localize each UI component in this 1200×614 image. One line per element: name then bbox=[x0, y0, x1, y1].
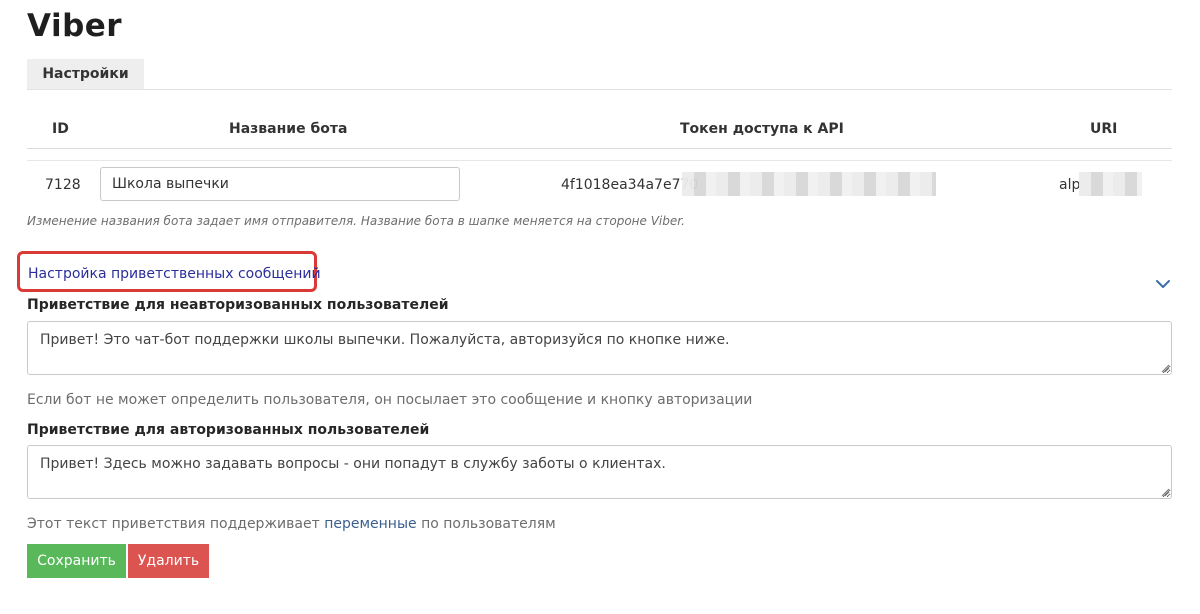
table-header-divider-secondary bbox=[27, 160, 1172, 161]
unauthorized-greeting-label: Приветствие для неавторизованных пользов… bbox=[27, 297, 449, 313]
resize-grip-icon[interactable] bbox=[1161, 364, 1170, 373]
help-text-suffix: по пользователям bbox=[416, 516, 556, 532]
tab-divider bbox=[27, 89, 1172, 90]
column-header-uri: URI bbox=[1090, 121, 1118, 137]
greeting-settings-toggle[interactable]: Настройка приветственных сообщений bbox=[28, 266, 321, 282]
delete-button[interactable]: Удалить bbox=[128, 544, 209, 578]
chevron-down-icon[interactable] bbox=[1154, 277, 1172, 291]
bot-name-input[interactable] bbox=[100, 167, 460, 201]
bot-uri-visible: alp bbox=[1059, 177, 1081, 193]
api-token: 4f1018ea34a7e770 bbox=[561, 177, 698, 193]
resize-grip-icon[interactable] bbox=[1161, 488, 1170, 497]
bot-id: 7128 bbox=[45, 177, 81, 193]
authorized-greeting-label: Приветствие для авторизованных пользоват… bbox=[27, 422, 430, 438]
bot-uri: alp bbox=[1059, 177, 1080, 193]
unauthorized-greeting-help: Если бот не может определить пользовател… bbox=[27, 392, 753, 408]
save-button[interactable]: Сохранить bbox=[27, 544, 126, 578]
authorized-greeting-textarea[interactable]: Привет! Здесь можно задавать вопросы - о… bbox=[27, 445, 1172, 499]
authorized-greeting-help: Этот текст приветствия поддерживает пере… bbox=[27, 516, 556, 532]
variables-link[interactable]: переменные bbox=[324, 516, 416, 532]
unauthorized-greeting-textarea[interactable]: Привет! Это чат-бот поддержки школы выпе… bbox=[27, 321, 1172, 375]
api-token-redacted bbox=[682, 172, 936, 196]
bot-name-hint: Изменение названия бота задает имя отпра… bbox=[27, 214, 685, 228]
table-header-divider bbox=[27, 148, 1172, 149]
api-token-visible: 4f1018ea34a7e770 bbox=[561, 177, 699, 193]
bot-uri-redacted bbox=[1079, 172, 1142, 196]
tab-settings[interactable]: Настройки bbox=[27, 59, 144, 89]
column-header-bot-name: Название бота bbox=[229, 121, 348, 137]
column-header-id: ID bbox=[52, 121, 69, 137]
help-text-prefix: Этот текст приветствия поддерживает bbox=[27, 516, 325, 532]
page-title: Viber bbox=[27, 8, 123, 44]
column-header-token: Токен доступа к API bbox=[680, 121, 844, 137]
